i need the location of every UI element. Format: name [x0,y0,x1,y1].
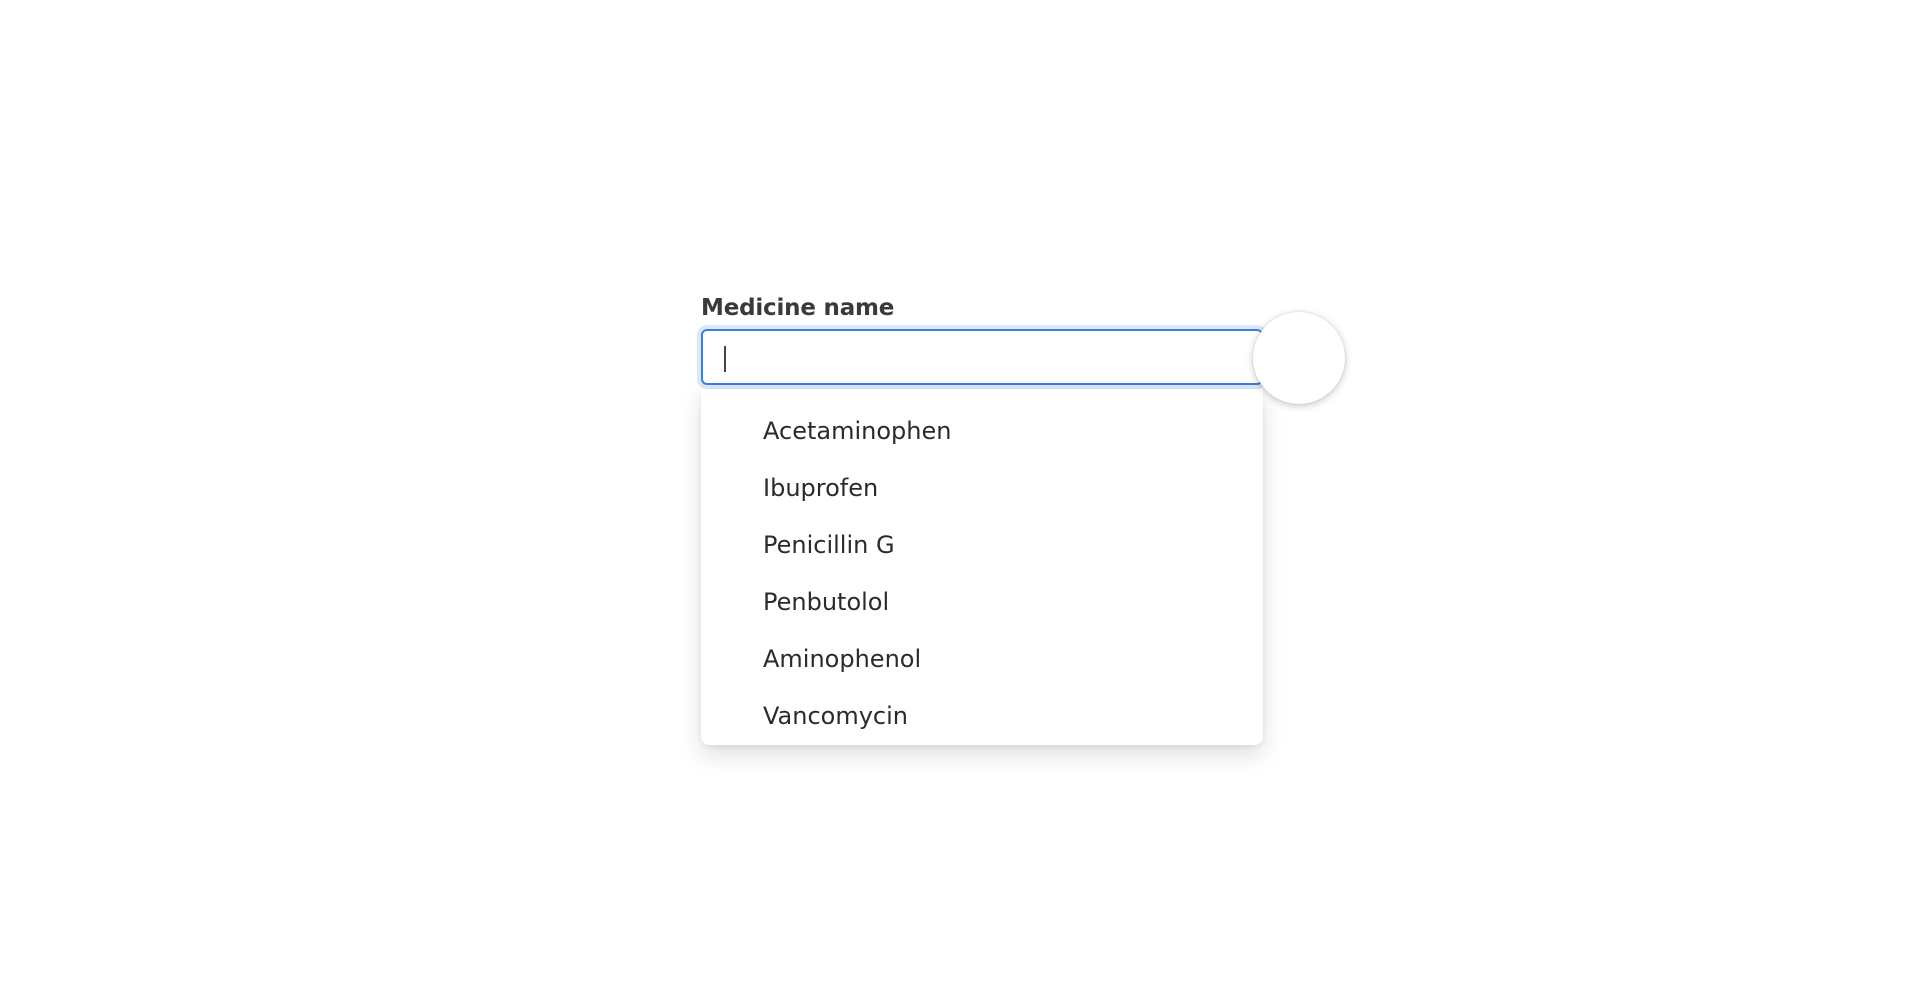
medicine-name-input-wrapper[interactable] [701,329,1263,385]
page: Medicine name Acetaminophen Ibuprofen Pe… [0,0,1926,1000]
medicine-name-label: Medicine name [701,295,895,321]
autocomplete-dropdown: Acetaminophen Ibuprofen Penicillin G Pen… [701,389,1263,745]
dropdown-option[interactable]: Penbutolol [741,574,1263,631]
dropdown-option[interactable]: Ibuprofen [741,460,1263,517]
medicine-name-input[interactable] [703,331,1261,383]
dropdown-option[interactable]: Aminophenol [741,631,1263,688]
dropdown-option[interactable]: Penicillin G [741,517,1263,574]
circular-action-button[interactable] [1253,312,1345,404]
dropdown-option[interactable]: Acetaminophen [741,403,1263,460]
dropdown-option[interactable]: Vancomycin [741,688,1263,745]
text-cursor [724,346,726,372]
medicine-name-field: Medicine name [701,291,1263,385]
